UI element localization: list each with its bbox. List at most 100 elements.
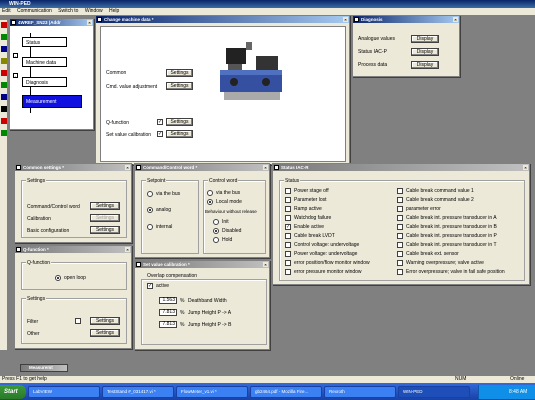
taskbar-item[interactable]: FlowMeter_v1.vi * (176, 386, 248, 398)
status-label: Cable break command value 2 (406, 197, 474, 203)
setpoint-internal-radio[interactable] (147, 224, 153, 230)
tree-item-status[interactable]: Status (22, 37, 67, 47)
status-iac-r-titlebar[interactable]: Status IAC-R × (273, 164, 529, 171)
tool-icon[interactable] (1, 106, 7, 112)
cmd-value-adjustment-label: Cmd. value adjustment (106, 84, 158, 90)
cmd-value-adjustment-settings-button[interactable]: Settings (166, 82, 193, 90)
behaviour-disabled-radio[interactable] (213, 228, 219, 234)
jump-height-pb-unit: % (180, 322, 185, 328)
close-icon[interactable]: × (125, 247, 130, 252)
tool-icon[interactable] (1, 70, 7, 76)
tool-icon[interactable] (1, 118, 7, 124)
status-label: Cable break int. pressure transducer in … (406, 233, 497, 239)
set-value-calibration-checkbox[interactable]: ✓ (157, 131, 163, 137)
q-function-titlebar[interactable]: Q-function * × (15, 246, 131, 253)
close-icon[interactable]: × (453, 17, 458, 22)
left-toolbar (0, 20, 8, 350)
setpoint-via-bus-label: via the bus (156, 191, 181, 197)
set-value-calibration-titlebar[interactable]: Set value calibration * × (135, 261, 269, 268)
status-label: Error overpressure; valve in fail safe p… (406, 269, 505, 275)
menu-switch-to[interactable]: Switch to (58, 8, 78, 14)
command-control-titlebar[interactable]: Command/Control word * × (135, 164, 269, 171)
taskbar-item[interactable]: LabVIEW (28, 386, 100, 398)
status-checkbox (285, 215, 291, 221)
tool-icon[interactable] (1, 82, 7, 88)
calibration-label: Calibration (27, 216, 51, 222)
status-checkbox (397, 242, 403, 248)
q-function-settings-button[interactable]: Settings (166, 118, 193, 126)
setpoint-analog-radio[interactable] (147, 207, 153, 213)
taskbar-item[interactable]: WIN-PED (398, 386, 470, 398)
overlap-active-checkbox[interactable]: ✓ (147, 283, 153, 289)
diagnosis-titlebar[interactable]: Diagnosis × (353, 16, 459, 23)
basic-configuration-settings-button[interactable]: Settings (90, 226, 120, 234)
menu-help[interactable]: Help (109, 8, 119, 14)
jump-height-pa-input[interactable]: 7.813 (159, 309, 177, 316)
tree-item-machine-data[interactable]: Machine data (22, 57, 67, 67)
collapse-icon[interactable]: - (13, 73, 18, 78)
setpoint-via-bus-radio[interactable] (147, 191, 153, 197)
status-label: Control voltage: undervoltage (294, 242, 360, 248)
valve-window-titlebar[interactable]: 4WREF_SN23 (Addr × (10, 19, 93, 26)
start-button[interactable]: Start (0, 385, 26, 399)
process-data-label: Process data (358, 62, 388, 68)
filter-settings-button[interactable]: Settings (90, 317, 120, 325)
status-label: Parameter lost (294, 197, 327, 203)
behaviour-init-radio[interactable] (213, 219, 219, 225)
close-icon[interactable]: × (263, 262, 268, 267)
taskbar-item[interactable]: Rexroth (324, 386, 396, 398)
close-icon[interactable]: × (343, 17, 348, 22)
status-label: Power stage off (294, 188, 329, 194)
behaviour-init-label: Init (222, 219, 229, 225)
control-local-mode-radio[interactable] (207, 199, 213, 205)
filter-checkbox[interactable] (75, 318, 81, 324)
taskbar-item[interactable]: TestStand #_031417.vi * (102, 386, 174, 398)
behaviour-hold-radio[interactable] (213, 237, 219, 243)
clock: 8:48 AM (509, 389, 528, 395)
tool-icon[interactable] (1, 22, 7, 28)
valve-window: 4WREF_SN23 (Addr × Status Machine data Di… (9, 18, 94, 130)
process-data-display-button[interactable]: Display (411, 61, 439, 69)
tree-item-measurement[interactable]: Measurement (22, 95, 82, 108)
taskbar-item[interactable]: gb2464.pdf - Mozilla Fire... (250, 386, 322, 398)
close-icon[interactable]: × (523, 165, 528, 170)
status-checkbox (285, 188, 291, 194)
close-icon[interactable]: × (125, 165, 130, 170)
command-control-word-settings-button[interactable]: Settings (90, 202, 120, 210)
minimized-measurement-window[interactable]: Measuremt (20, 364, 68, 372)
menu-window[interactable]: Window (85, 8, 103, 14)
control-via-bus-radio[interactable] (207, 190, 213, 196)
window-icon (11, 20, 16, 25)
other-settings-button[interactable]: Settings (90, 329, 120, 337)
close-icon[interactable]: × (87, 20, 92, 25)
status-checkbox (397, 269, 403, 275)
jump-height-pb-input[interactable]: 7.813 (159, 321, 177, 328)
status-checkbox (397, 233, 403, 239)
status-num: NUM (455, 376, 467, 382)
tool-icon[interactable] (1, 34, 7, 40)
tool-icon[interactable] (1, 46, 7, 52)
status-online: Online (510, 376, 525, 382)
control-local-mode-label: Local mode (216, 199, 242, 205)
status-hint: Press F1 to get help (2, 376, 47, 382)
q-function-checkbox[interactable]: ✓ (157, 119, 163, 125)
system-tray: 8:48 AM (478, 385, 535, 399)
tool-icon[interactable] (1, 130, 7, 136)
status-checkbox (397, 188, 403, 194)
common-settings-button[interactable]: Settings (166, 69, 193, 77)
collapse-icon[interactable]: - (13, 53, 18, 58)
tool-icon[interactable] (1, 94, 7, 100)
common-settings-titlebar[interactable]: Common settings * × (15, 164, 131, 171)
menu-edit[interactable]: Edit (2, 8, 11, 14)
tree-item-diagnosis[interactable]: Diagnosis (22, 77, 67, 87)
close-icon[interactable]: × (263, 165, 268, 170)
set-value-calibration-settings-button[interactable]: Settings (166, 130, 193, 138)
q-function-window: Q-function * × Q-function open loop Setti… (14, 245, 132, 349)
open-loop-radio[interactable] (55, 275, 61, 281)
change-window-titlebar[interactable]: Change machine data * × (96, 16, 349, 23)
tool-icon[interactable] (1, 58, 7, 64)
analogue-values-display-button[interactable]: Display (411, 35, 439, 43)
deathband-width-input[interactable]: 1.563 (159, 297, 177, 304)
menu-communication[interactable]: Communication (17, 8, 52, 14)
status-iac-p-display-button[interactable]: Display (411, 48, 439, 56)
